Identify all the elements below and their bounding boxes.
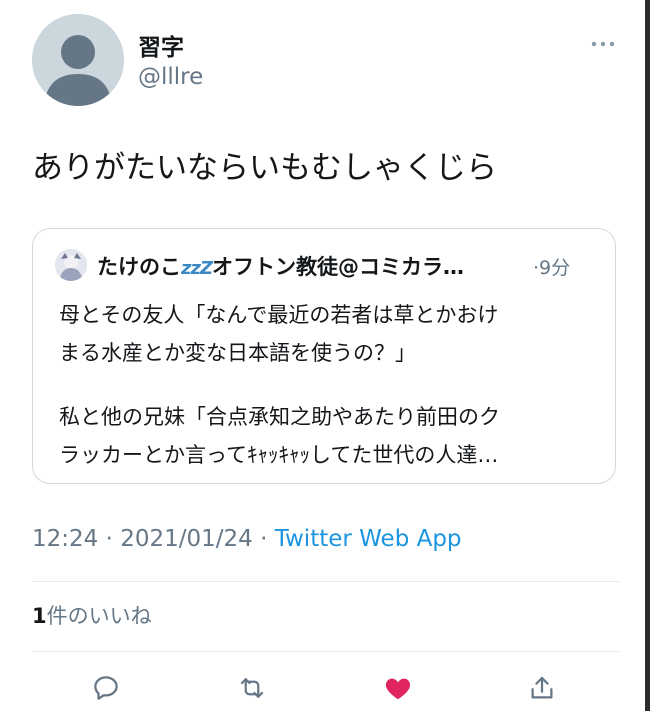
share-icon[interactable] — [524, 670, 560, 706]
author-name[interactable]: 習字 — [138, 28, 184, 62]
quoted-tweet[interactable]: たけのこzzZオフトン教徒@コミカラ… ·9分 母とその友人「なんで最近の若者は… — [32, 228, 616, 484]
window-edge — [645, 0, 650, 711]
quote-author-name: たけのこzzZオフトン教徒@コミカラ… — [97, 251, 464, 281]
tweet-date[interactable]: 2021/01/24 — [120, 526, 253, 552]
likes-label: 件のいいね — [46, 604, 152, 628]
likes-number: 1 — [32, 604, 47, 628]
quote-text-line: まる水産とか変な日本語を使うの？」 — [59, 341, 416, 365]
retweet-icon[interactable] — [234, 670, 270, 706]
tweet-metadata: 12:24 · 2021/01/24 · Twitter Web App — [32, 526, 462, 552]
tweet-text: ありがたいならいもむしゃくじら — [32, 150, 497, 186]
tweet: 習字 @lllre ありがたいならいもむしゃくじら たけのこzzZオフトン教徒@… — [0, 0, 645, 711]
more-options-icon[interactable] — [588, 34, 618, 54]
avatar[interactable] — [32, 14, 124, 106]
author-handle[interactable]: @lllre — [138, 64, 203, 90]
quote-name-rest: オフトン教徒@コミカラ… — [212, 255, 465, 279]
tweet-source-link[interactable]: Twitter Web App — [275, 526, 462, 552]
tweet-time[interactable]: 12:24 — [32, 526, 98, 552]
heart-icon[interactable] — [380, 670, 416, 706]
quote-name-part: たけのこ — [97, 255, 181, 279]
quote-text-line: 母とその友人「なんで最近の若者は草とかおけ — [59, 303, 499, 327]
default-avatar-icon — [32, 14, 124, 106]
separator: · — [98, 526, 121, 552]
quote-timestamp: ·9分 — [533, 257, 571, 279]
divider — [32, 581, 620, 582]
zzz-emoji: zzZ — [181, 258, 213, 279]
likes-count[interactable]: 1件のいいね — [32, 600, 152, 630]
reply-icon[interactable] — [88, 670, 124, 706]
separator: · — [252, 526, 275, 552]
quote-text-line: ラッカーとか言ってｷｬｯｷｬｯしてた世代の人達… — [59, 443, 499, 467]
quote-text-line: 私と他の兄妹「合点承知之助やあたり前田のク — [59, 405, 500, 429]
quote-avatar — [55, 249, 87, 281]
divider — [32, 651, 620, 652]
